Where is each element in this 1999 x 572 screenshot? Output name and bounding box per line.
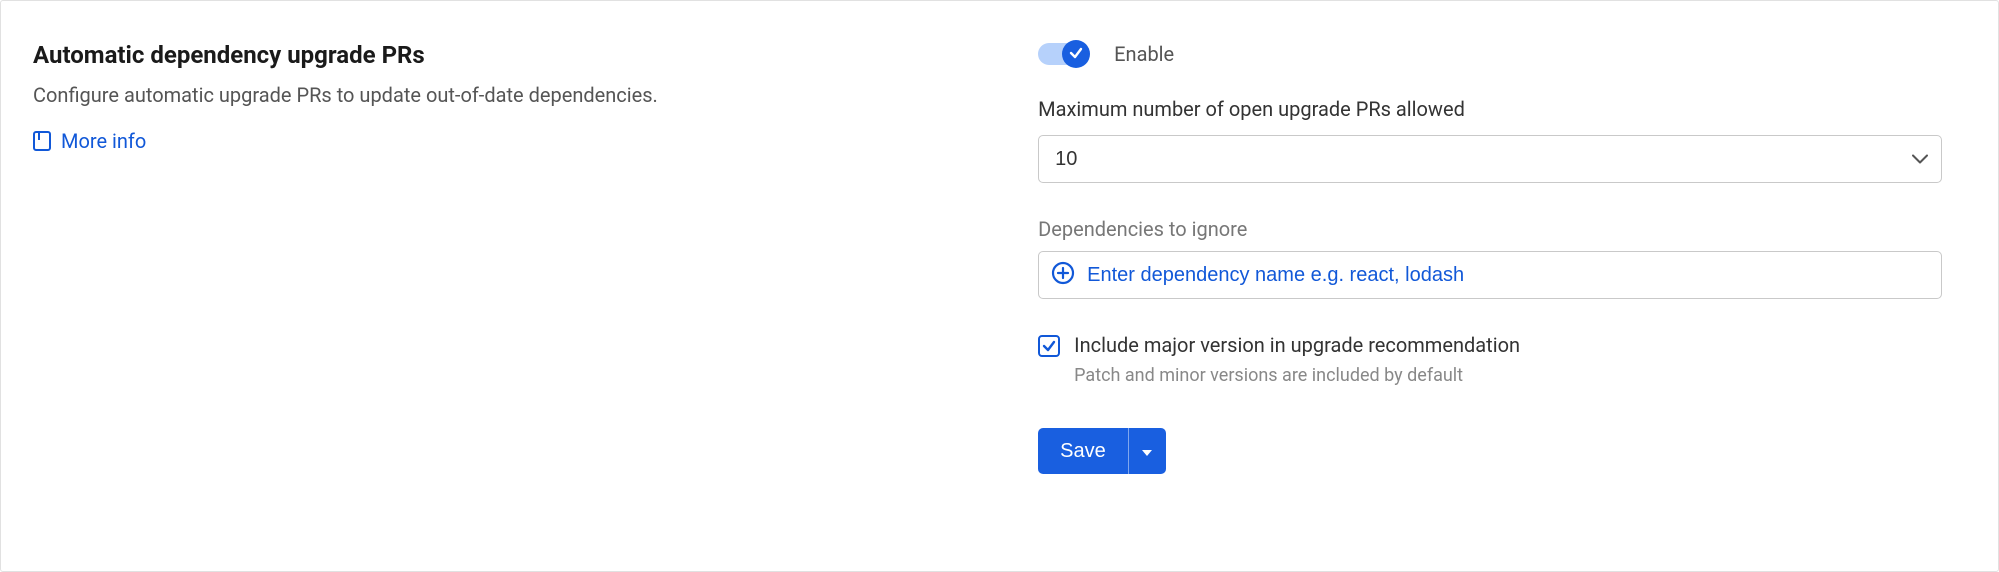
- enable-label: Enable: [1114, 42, 1174, 66]
- include-major-row: Include major version in upgrade recomme…: [1038, 333, 1942, 386]
- ignore-field[interactable]: [1038, 251, 1942, 299]
- check-icon: [1042, 339, 1056, 353]
- enable-toggle[interactable]: [1038, 41, 1090, 67]
- section-description: Configure automatic upgrade PRs to updat…: [33, 81, 1014, 109]
- ignore-input[interactable]: [1085, 252, 1929, 298]
- include-major-label: Include major version in upgrade recomme…: [1074, 333, 1520, 357]
- max-prs-field: [1038, 135, 1942, 183]
- description-column: Automatic dependency upgrade PRs Configu…: [33, 41, 1038, 531]
- save-button[interactable]: Save: [1038, 428, 1128, 474]
- enable-row: Enable: [1038, 41, 1942, 67]
- check-icon: [1069, 45, 1083, 64]
- save-dropdown-button[interactable]: [1128, 428, 1166, 474]
- save-button-group: Save: [1038, 428, 1166, 474]
- plus-circle-icon: [1051, 261, 1075, 289]
- more-info-label: More info: [61, 129, 146, 153]
- max-prs-select[interactable]: [1038, 135, 1942, 183]
- settings-panel: Automatic dependency upgrade PRs Configu…: [0, 0, 1999, 572]
- include-major-texts: Include major version in upgrade recomme…: [1074, 333, 1520, 386]
- include-major-hint: Patch and minor versions are included by…: [1074, 365, 1520, 386]
- caret-down-icon: [1142, 444, 1152, 459]
- section-title: Automatic dependency upgrade PRs: [33, 41, 1014, 69]
- include-major-checkbox[interactable]: [1038, 335, 1060, 357]
- ignore-label: Dependencies to ignore: [1038, 217, 1942, 241]
- toggle-thumb: [1062, 40, 1090, 68]
- max-prs-label: Maximum number of open upgrade PRs allow…: [1038, 97, 1942, 121]
- more-info-link[interactable]: More info: [33, 129, 146, 153]
- form-column: Enable Maximum number of open upgrade PR…: [1038, 41, 1966, 531]
- book-icon: [33, 131, 51, 151]
